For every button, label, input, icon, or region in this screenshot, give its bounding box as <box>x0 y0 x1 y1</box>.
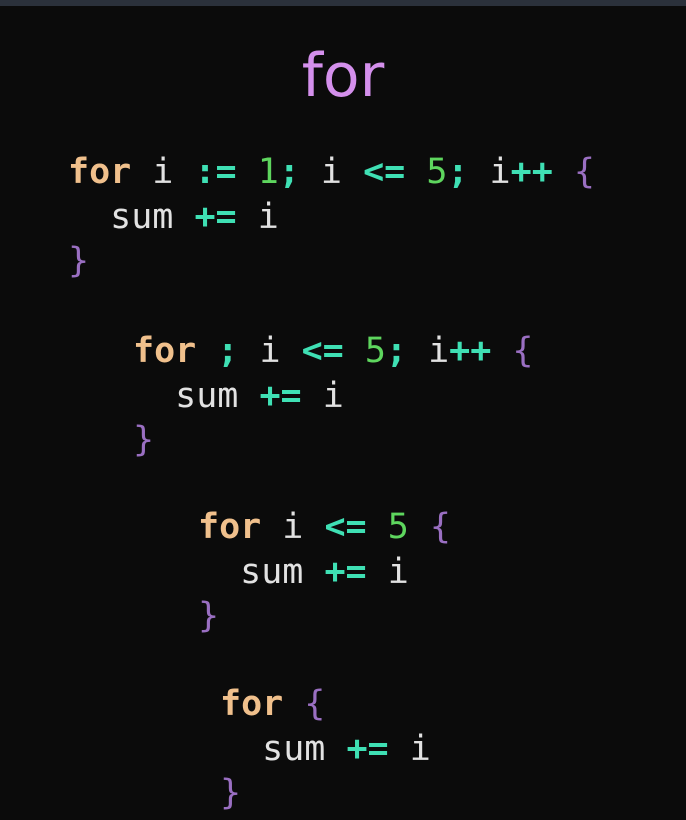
number-literal-token: 5 <box>426 152 448 192</box>
number-literal-token: 5 <box>364 331 386 371</box>
identifier-token: i <box>489 152 511 192</box>
identifier-token: i <box>322 375 344 416</box>
operator-token: += <box>194 196 237 237</box>
identifier-token: i <box>320 152 342 192</box>
brace-token: { <box>304 684 326 724</box>
code-line: for ; i <= 5; i++ { <box>133 329 533 374</box>
brace-token: } <box>68 241 90 281</box>
operator-token: <= <box>301 331 344 371</box>
code-line: for i := 1; i <= 5; i++ { <box>68 150 595 195</box>
identifier-token: sum <box>175 375 239 416</box>
keyword-token: for <box>220 684 284 724</box>
identifier-token: i <box>152 152 174 192</box>
operator-token: ; <box>385 331 407 371</box>
identifier-token: i <box>387 551 409 592</box>
code-block-2: for ; i <= 5; i++ { sum += i} <box>133 329 533 463</box>
identifier-token: sum <box>262 728 326 769</box>
identifier-token: i <box>259 331 281 371</box>
top-bar <box>0 0 686 6</box>
operator-token: := <box>194 152 237 192</box>
brace-token: } <box>133 420 155 460</box>
identifier-token: i <box>257 196 279 237</box>
keyword-token: for <box>198 507 262 547</box>
identifier-token: i <box>428 331 450 371</box>
operator-token: ; <box>217 331 239 371</box>
identifier-token: sum <box>110 196 174 237</box>
operator-token: ; <box>278 152 300 192</box>
operator-token: <= <box>324 507 367 547</box>
identifier-token: sum <box>240 551 304 592</box>
code-line: for { <box>220 682 431 727</box>
code-line: sum += i <box>68 195 595 240</box>
brace-token: { <box>429 507 451 547</box>
number-literal-token: 5 <box>387 507 409 547</box>
number-literal-token: 1 <box>257 152 279 192</box>
code-block-4: for { sum += i} <box>220 682 431 816</box>
operator-token: += <box>346 728 389 769</box>
code-line: sum += i <box>220 727 431 772</box>
code-line: sum += i <box>198 550 451 595</box>
brace-token: } <box>220 773 242 813</box>
brace-token: { <box>512 331 534 371</box>
operator-token: ++ <box>449 331 492 371</box>
brace-token: } <box>198 596 220 636</box>
code-line: } <box>133 418 533 463</box>
slide-title: for <box>301 41 385 111</box>
code-block-1: for i := 1; i <= 5; i++ { sum += i} <box>68 150 595 284</box>
code-block-3: for i <= 5 { sum += i} <box>198 505 451 639</box>
operator-token: += <box>259 375 302 416</box>
code-line: } <box>68 239 595 284</box>
keyword-token: for <box>133 331 197 371</box>
code-line: } <box>220 771 431 816</box>
code-line: for i <= 5 { <box>198 505 451 550</box>
code-line: sum += i <box>133 374 533 419</box>
operator-token: += <box>324 551 367 592</box>
brace-token: { <box>573 152 595 192</box>
identifier-token: i <box>409 728 431 769</box>
identifier-token: i <box>282 507 304 547</box>
code-line: } <box>198 594 451 639</box>
operator-token: ; <box>447 152 469 192</box>
keyword-token: for <box>68 152 132 192</box>
operator-token: <= <box>363 152 406 192</box>
operator-token: ++ <box>510 152 553 192</box>
